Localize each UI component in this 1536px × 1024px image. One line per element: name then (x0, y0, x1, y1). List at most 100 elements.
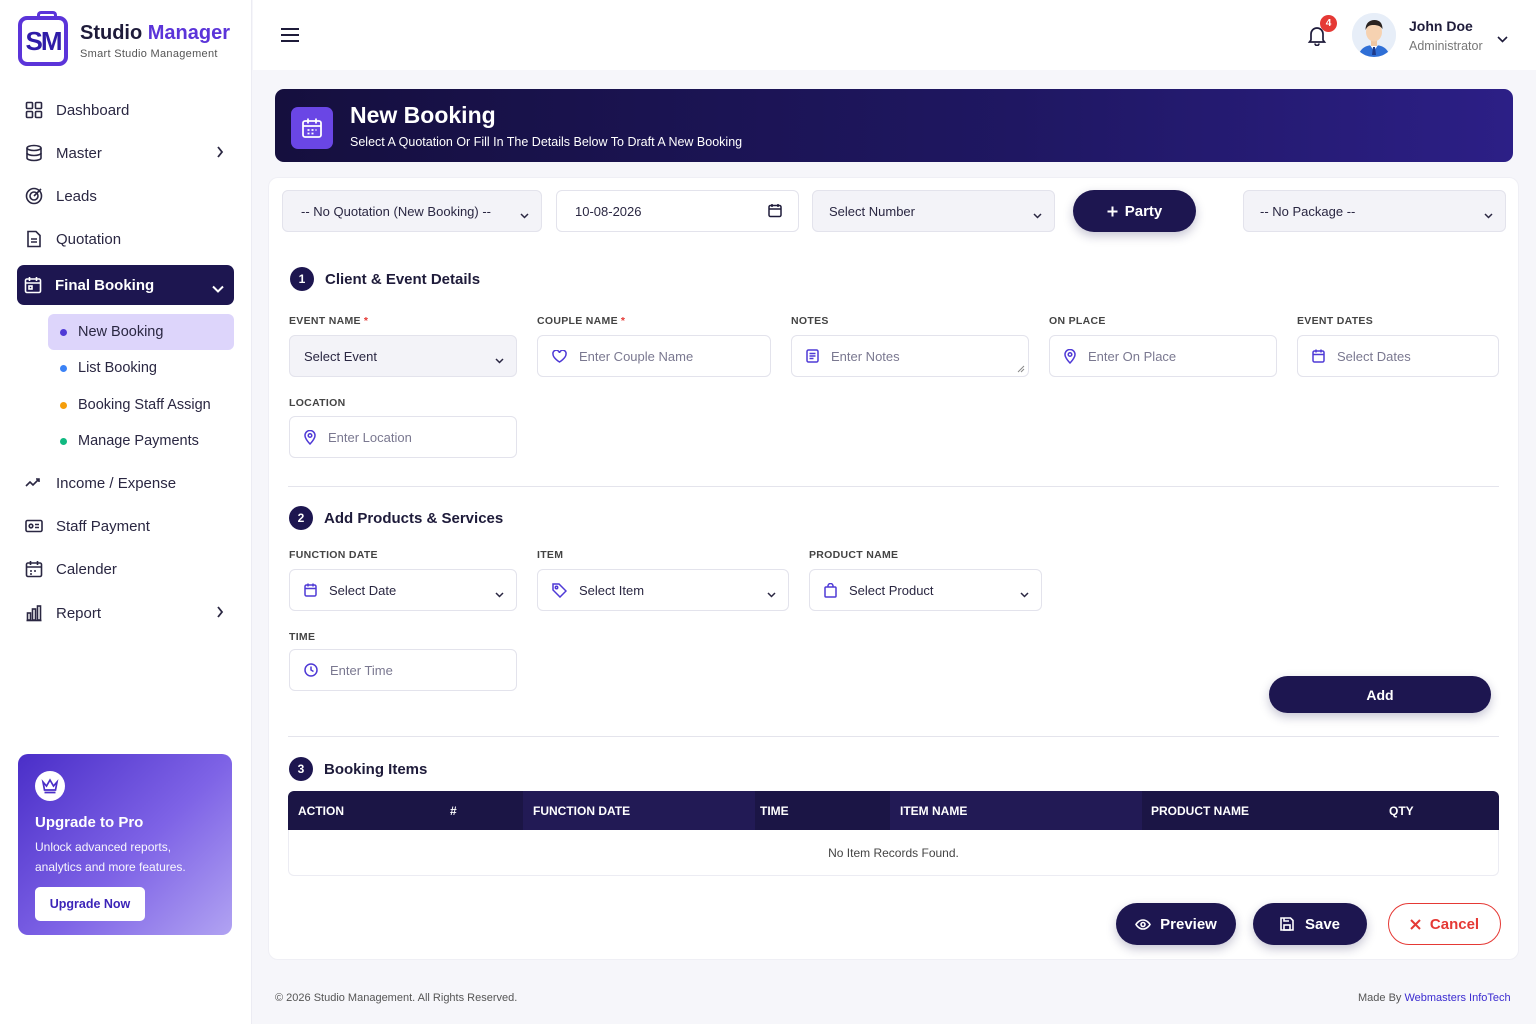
item-label: ITEM (537, 549, 564, 561)
notes-label: NOTES (791, 315, 829, 327)
function-date-label: FUNCTION DATE (289, 549, 378, 561)
time-input[interactable]: Enter Time (289, 649, 517, 691)
sidebar-subitem-new-booking[interactable]: New Booking (48, 314, 234, 350)
avatar[interactable] (1352, 13, 1396, 57)
add-party-button[interactable]: Party (1073, 190, 1196, 232)
chevron-right-icon (216, 145, 224, 162)
upgrade-now-button[interactable]: Upgrade Now (35, 887, 145, 921)
brand[interactable]: SM Studio Manager Smart Studio Managemen… (18, 11, 230, 66)
trend-icon (24, 473, 44, 493)
product-name-label: PRODUCT NAME (809, 549, 899, 561)
add-item-button[interactable]: Add (1269, 676, 1491, 713)
column-header-action: ACTION (298, 803, 344, 818)
on-place-label: ON PLACE (1049, 315, 1106, 327)
tag-icon (552, 582, 567, 598)
user-name: John Doe (1409, 18, 1473, 34)
quotation-select[interactable]: -- No Quotation (New Booking) -- (282, 190, 542, 232)
booking-items-table-header: ACTION # FUNCTION DATE TIME ITEM NAME PR… (288, 791, 1499, 830)
booking-date-input[interactable]: 10-08-2026 (556, 190, 799, 232)
wallet-icon (24, 516, 44, 536)
save-button[interactable]: Save (1253, 903, 1367, 945)
location-input[interactable]: Enter Location (289, 416, 517, 458)
column-header-time: TIME (760, 803, 789, 818)
section-title: Client & Event Details (325, 270, 481, 288)
section-booking-items: 3 Booking Items (289, 757, 427, 781)
location-label: LOCATION (289, 397, 346, 409)
calendar-icon (23, 275, 43, 295)
on-place-input[interactable]: Enter On Place (1049, 335, 1277, 377)
notes-textarea[interactable]: Enter Notes (791, 335, 1029, 377)
package-select[interactable]: -- No Package -- (1243, 190, 1506, 232)
sidebar-item-dashboard[interactable]: Dashboard (18, 90, 234, 130)
sidebar-subitem-manage-payments[interactable]: Manage Payments (48, 423, 234, 459)
preview-button[interactable]: Preview (1116, 903, 1236, 945)
chevron-down-icon[interactable] (1497, 30, 1508, 48)
promo-title: Upgrade to Pro (35, 814, 144, 831)
location-pin-icon (1064, 348, 1076, 364)
product-select[interactable]: Select Product (809, 569, 1042, 611)
sidebar-item-master[interactable]: Master (18, 133, 234, 173)
page-title: New Booking (350, 102, 496, 128)
section-number: 2 (289, 506, 313, 530)
sidebar-item-staff-payment[interactable]: Staff Payment (18, 506, 234, 546)
column-header-function-date: FUNCTION DATE (523, 791, 755, 830)
status-dot (60, 401, 67, 409)
event-name-select[interactable]: Select Event (289, 335, 517, 377)
sidebar-subitem-list-booking[interactable]: List Booking (48, 350, 234, 386)
section-title: Add Products & Services (324, 509, 504, 527)
couple-name-label: COUPLE NAME * (537, 315, 626, 327)
page-header-banner: New Booking Select A Quotation Or Fill I… (275, 89, 1513, 162)
calendar-icon (24, 559, 44, 579)
event-dates-input[interactable]: Select Dates (1297, 335, 1499, 377)
topbar: 4 John Doe Administrator (253, 0, 1536, 70)
chevron-down-icon (1033, 207, 1042, 222)
section-client-event-details: 1 Client & Event Details (290, 267, 480, 291)
calendar-icon (304, 583, 317, 597)
sidebar-item-leads[interactable]: Leads (18, 176, 234, 216)
chevron-down-icon (495, 586, 504, 601)
status-dot (60, 328, 67, 336)
shopping-bag-icon (824, 582, 837, 598)
chevron-down-icon (495, 352, 504, 367)
clock-icon (304, 663, 318, 677)
column-header-product-name: PRODUCT NAME (1151, 803, 1249, 818)
function-date-select[interactable]: Select Date (289, 569, 517, 611)
calendar-icon[interactable] (768, 203, 782, 221)
couple-name-input[interactable]: Enter Couple Name (537, 335, 771, 377)
sidebar-item-quotation[interactable]: Quotation (18, 219, 234, 259)
chart-icon (24, 603, 44, 623)
chevron-down-icon (520, 207, 529, 222)
section-number: 1 (290, 267, 314, 291)
booking-items-empty-row: No Item Records Found. (288, 830, 1499, 876)
sidebar-item-income-expense[interactable]: Income / Expense (18, 463, 234, 503)
section-divider (288, 736, 1499, 737)
item-select[interactable]: Select Item (537, 569, 789, 611)
calendar-icon (291, 107, 333, 149)
notification-badge: 4 (1320, 15, 1337, 32)
plus-icon (1107, 206, 1118, 217)
menu-toggle-icon[interactable] (280, 27, 300, 48)
resize-handle-icon[interactable] (1017, 365, 1025, 373)
heart-icon (552, 349, 567, 363)
column-header-qty: QTY (1389, 803, 1414, 818)
sidebar-item-report[interactable]: Report (18, 593, 234, 633)
section-add-products-services: 2 Add Products & Services (289, 506, 503, 530)
sidebar-item-final-booking[interactable]: Final Booking (17, 265, 234, 305)
sidebar-item-calender[interactable]: Calender (18, 549, 234, 589)
status-dot (60, 437, 67, 445)
number-select[interactable]: Select Number (812, 190, 1055, 232)
section-divider (288, 486, 1499, 487)
footer-credits: Made By Webmasters InfoTech (1358, 992, 1511, 1004)
promo-text: Unlock advanced reports, analytics and m… (35, 840, 186, 874)
footer-company-link[interactable]: Webmasters InfoTech (1404, 992, 1510, 1004)
cancel-button[interactable]: Cancel (1388, 903, 1501, 945)
chevron-down-icon (767, 586, 776, 601)
target-icon (24, 186, 44, 206)
database-icon (24, 143, 44, 163)
status-dot (60, 364, 67, 372)
sidebar-subitem-booking-staff-assign[interactable]: Booking Staff Assign (48, 387, 234, 423)
save-icon (1280, 917, 1294, 931)
section-number: 3 (289, 757, 313, 781)
eye-icon (1135, 918, 1152, 930)
grid-icon (24, 100, 44, 120)
